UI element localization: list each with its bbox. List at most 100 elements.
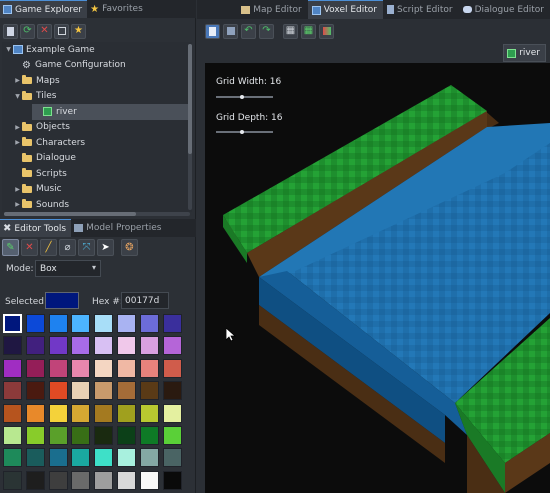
- favorite-icon[interactable]: ★: [71, 23, 86, 39]
- tab-voxel-editor[interactable]: Voxel Editor: [307, 0, 383, 19]
- palette-swatch[interactable]: [94, 403, 114, 423]
- palette-swatch[interactable]: [139, 381, 159, 401]
- palette-swatch[interactable]: [25, 470, 45, 490]
- palette-swatch[interactable]: [162, 336, 182, 356]
- tree-horizontal-scrollbar[interactable]: [4, 212, 190, 216]
- palette-swatch[interactable]: [71, 470, 91, 490]
- tree-vertical-scrollbar[interactable]: [188, 44, 192, 210]
- palette-swatch[interactable]: [71, 336, 91, 356]
- tree-item[interactable]: ▼ Example Game: [2, 42, 192, 58]
- collapse-icon[interactable]: [54, 23, 69, 39]
- palette-swatch[interactable]: [48, 403, 68, 423]
- palette-swatch[interactable]: [25, 358, 45, 378]
- tree-item[interactable]: ▶ Objects: [2, 120, 192, 136]
- grid-width-knob[interactable]: [240, 95, 244, 99]
- tab-game-explorer[interactable]: Game Explorer: [0, 0, 88, 18]
- tab-script-editor[interactable]: Script Editor: [383, 0, 459, 19]
- palette-swatch[interactable]: [162, 358, 182, 378]
- tab-map-editor[interactable]: Map Editor: [237, 0, 308, 19]
- palette-swatch[interactable]: [3, 448, 22, 468]
- tree-item[interactable]: ⚙ Game Configuration: [2, 58, 192, 74]
- palette-swatch[interactable]: [3, 336, 22, 356]
- voxel-viewport[interactable]: Grid Width: 16 Grid Depth: 16: [205, 63, 550, 493]
- palette-swatch[interactable]: [3, 358, 22, 378]
- palette-swatch[interactable]: [25, 381, 45, 401]
- palette-swatch[interactable]: [25, 336, 45, 356]
- paint-icon[interactable]: ╱: [40, 239, 57, 256]
- tree-item[interactable]: ▶ Maps: [2, 73, 192, 89]
- palette-swatch[interactable]: [71, 448, 91, 468]
- palette-swatch[interactable]: [162, 403, 182, 423]
- tree-item[interactable]: ▼ Tiles: [2, 89, 192, 105]
- palette-swatch[interactable]: [116, 403, 136, 423]
- palette-swatch[interactable]: [3, 425, 22, 445]
- grid-icon[interactable]: ▦: [283, 23, 298, 39]
- eyedropper-icon[interactable]: ⌀: [59, 239, 76, 256]
- palette-swatch[interactable]: [162, 314, 182, 333]
- pointer-icon[interactable]: ➤: [97, 239, 114, 256]
- undo-icon[interactable]: ↶: [241, 23, 256, 39]
- palette-swatch[interactable]: [116, 470, 136, 490]
- tree-item[interactable]: ▶ Characters: [2, 135, 192, 151]
- tree-item[interactable]: ▶ Music: [2, 182, 192, 198]
- palette-swatch[interactable]: [71, 425, 91, 445]
- palette-swatch[interactable]: [139, 336, 159, 356]
- palette-swatch[interactable]: [48, 336, 68, 356]
- palette-swatch[interactable]: [3, 403, 22, 423]
- chevron-down-icon[interactable]: ▼: [13, 93, 22, 100]
- palette-swatch[interactable]: [71, 314, 91, 333]
- palette-swatch[interactable]: [139, 470, 159, 490]
- palette-swatch[interactable]: [162, 448, 182, 468]
- layers-icon[interactable]: ▦: [301, 23, 316, 39]
- palette-swatch[interactable]: [139, 403, 159, 423]
- palette-swatch[interactable]: [116, 381, 136, 401]
- palette-swatch[interactable]: [139, 448, 159, 468]
- mode-select[interactable]: Box ▾: [35, 260, 101, 277]
- chevron-right-icon[interactable]: ▶: [13, 201, 22, 208]
- palette-swatch[interactable]: [25, 425, 45, 445]
- palette-swatch[interactable]: [48, 358, 68, 378]
- palette-swatch[interactable]: [94, 358, 114, 378]
- selected-color-swatch[interactable]: [45, 292, 79, 309]
- palette-swatch[interactable]: [48, 470, 68, 490]
- chevron-right-icon[interactable]: ▶: [13, 124, 22, 131]
- grid-width-slider[interactable]: [216, 95, 273, 99]
- tab-dialogue-editor[interactable]: Dialogue Editor: [459, 0, 550, 19]
- chevron-down-icon[interactable]: ▼: [4, 46, 13, 53]
- tab-favorites[interactable]: ★ Favorites: [87, 0, 148, 18]
- palette-swatch[interactable]: [162, 381, 182, 401]
- refresh-icon[interactable]: ⟳: [20, 23, 35, 39]
- palette-swatch[interactable]: [48, 425, 68, 445]
- palette-swatch[interactable]: [94, 470, 114, 490]
- fill-icon[interactable]: ❂: [121, 239, 138, 256]
- palette-swatch[interactable]: [94, 381, 114, 401]
- chevron-right-icon[interactable]: ▶: [13, 186, 22, 193]
- palette-swatch[interactable]: [94, 448, 114, 468]
- palette-swatch[interactable]: [25, 448, 45, 468]
- new-icon[interactable]: [205, 23, 220, 39]
- viewport-tab-river[interactable]: river: [503, 44, 546, 62]
- palette-swatch[interactable]: [71, 358, 91, 378]
- palette-swatch[interactable]: [3, 314, 22, 333]
- palette-swatch[interactable]: [48, 448, 68, 468]
- save-icon[interactable]: [223, 23, 238, 39]
- palette-swatch[interactable]: [48, 314, 68, 333]
- palette-swatch[interactable]: [116, 448, 136, 468]
- grid-depth-knob[interactable]: [240, 130, 244, 134]
- palette-swatch[interactable]: [162, 470, 182, 490]
- tree-item[interactable]: Dialogue: [2, 151, 192, 167]
- chevron-right-icon[interactable]: ▶: [13, 77, 22, 84]
- palette-swatch[interactable]: [162, 425, 182, 445]
- palette-swatch[interactable]: [48, 381, 68, 401]
- tab-editor-tools[interactable]: ✖ Editor Tools: [0, 219, 72, 237]
- add-file-icon[interactable]: [3, 23, 18, 39]
- palette-swatch[interactable]: [116, 314, 136, 333]
- grid-depth-slider[interactable]: [216, 130, 273, 134]
- place-voxel-icon[interactable]: ✎: [2, 239, 19, 256]
- tree-item[interactable]: Scripts: [2, 166, 192, 182]
- palette-swatch[interactable]: [25, 403, 45, 423]
- palette-swatch[interactable]: [139, 425, 159, 445]
- palette-icon[interactable]: [319, 23, 334, 39]
- hex-input[interactable]: 00177d: [121, 292, 169, 309]
- palette-swatch[interactable]: [139, 358, 159, 378]
